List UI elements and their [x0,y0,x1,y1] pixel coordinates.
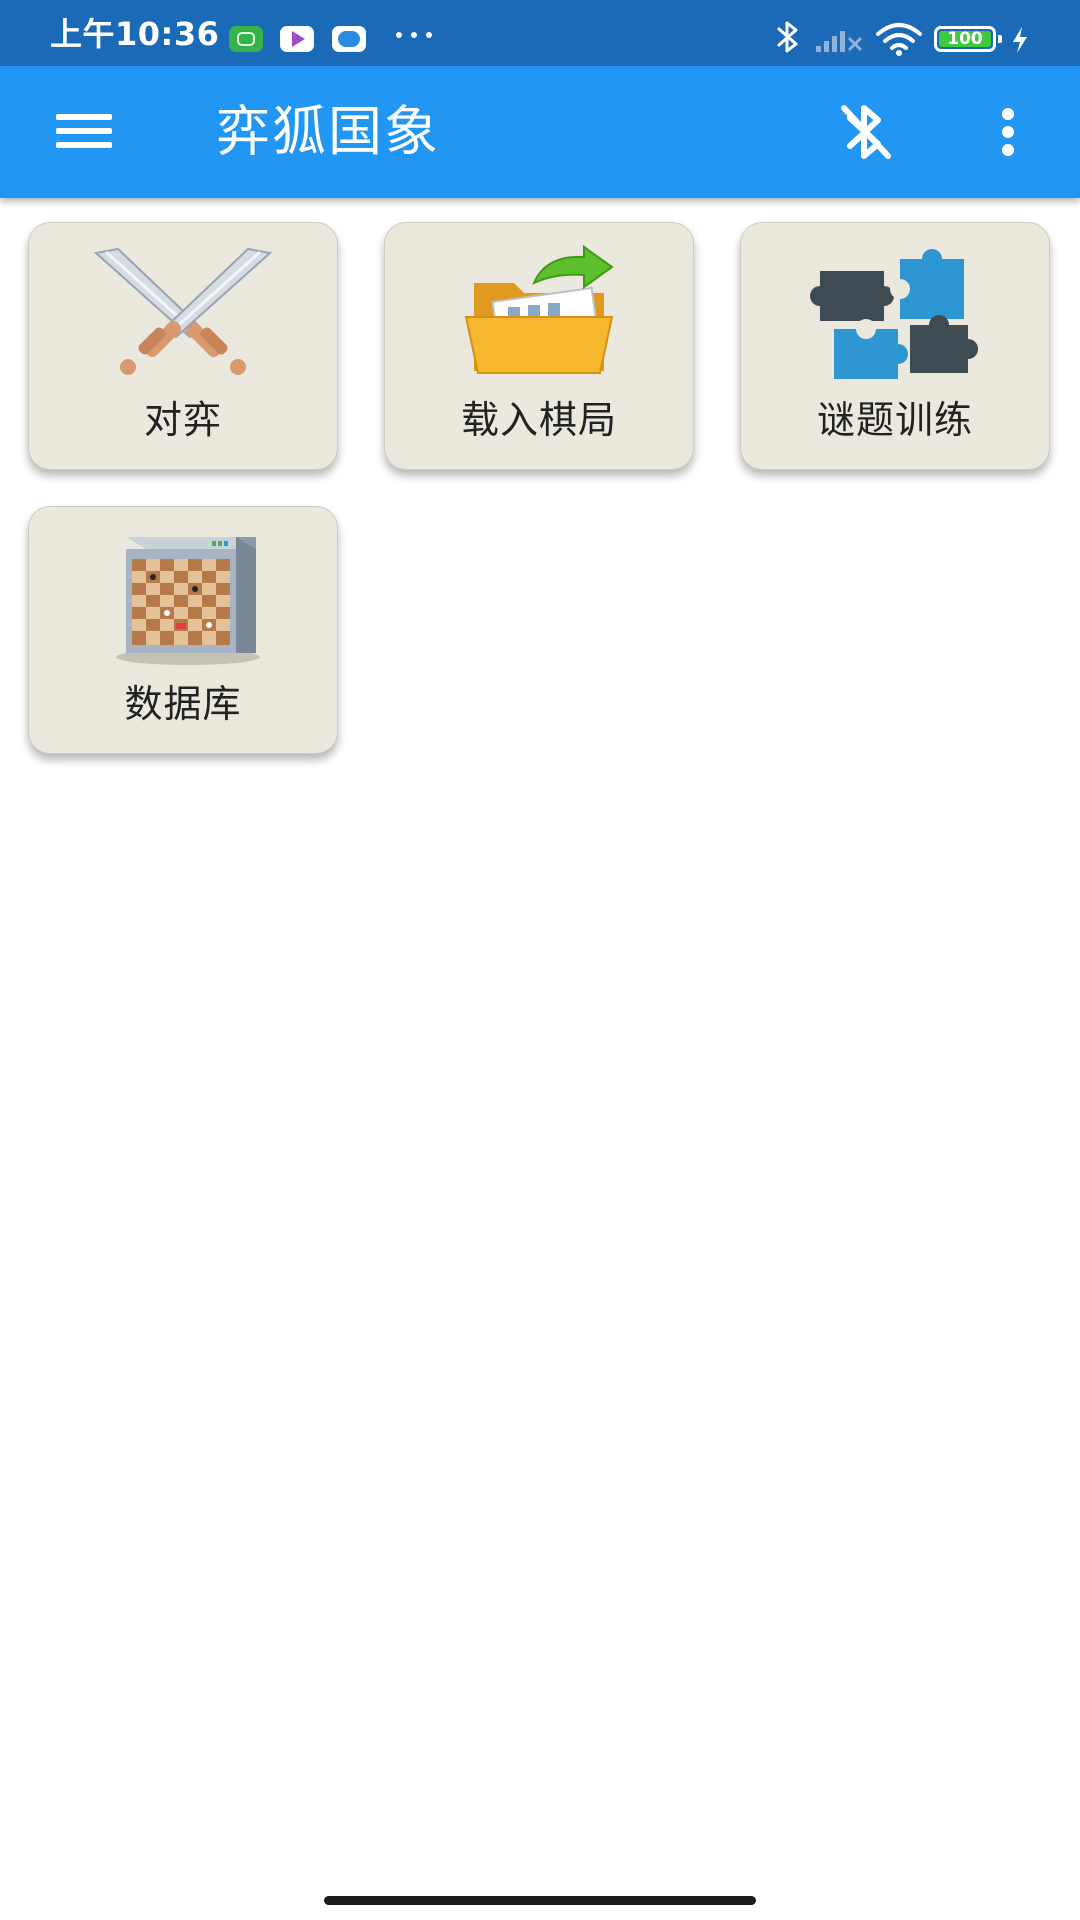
chess-database-icon [88,527,278,667]
battery-icon: 100 [934,26,1002,52]
wifi-icon [876,23,922,56]
notification-app-icon [229,26,263,52]
more-notifications-icon [394,32,434,40]
tile-label: 对弈 [143,398,222,442]
overflow-menu-icon [1002,108,1014,120]
tile-label: 载入棋局 [460,398,617,442]
open-folder-icon [444,243,634,383]
puzzle-pieces-icon [800,243,990,383]
tile-label: 数据库 [124,682,242,726]
crossed-swords-icon [88,243,278,383]
battery-level: 100 [947,29,983,49]
status-bar: 上午10:36 100 [0,0,1080,66]
menu-button[interactable] [40,94,130,170]
charging-icon [1013,27,1027,53]
screen: 上午10:36 100 弈狐国象 对弈 载入棋局 谜题训练 数据库 [0,0,1080,1920]
home-indicator[interactable] [324,1896,756,1905]
bluetooth-icon [777,21,798,53]
bluetooth-disabled-icon [841,105,891,159]
status-time: 上午10:36 [50,15,220,53]
message-app-icon [332,26,366,52]
video-app-icon [280,26,314,52]
overflow-menu-button[interactable] [972,92,1044,172]
app-bar: 弈狐国象 [0,66,1080,198]
bluetooth-toggle-button[interactable] [826,92,906,172]
app-title: 弈狐国象 [216,100,440,163]
load-game-tile[interactable]: 载入棋局 [384,222,694,470]
tile-label: 谜题训练 [816,398,973,442]
puzzle-training-tile[interactable]: 谜题训练 [740,222,1050,470]
database-tile[interactable]: 数据库 [28,506,338,754]
play-tile[interactable]: 对弈 [28,222,338,470]
no-signal-icon [816,31,863,52]
menu-icon [56,114,112,120]
